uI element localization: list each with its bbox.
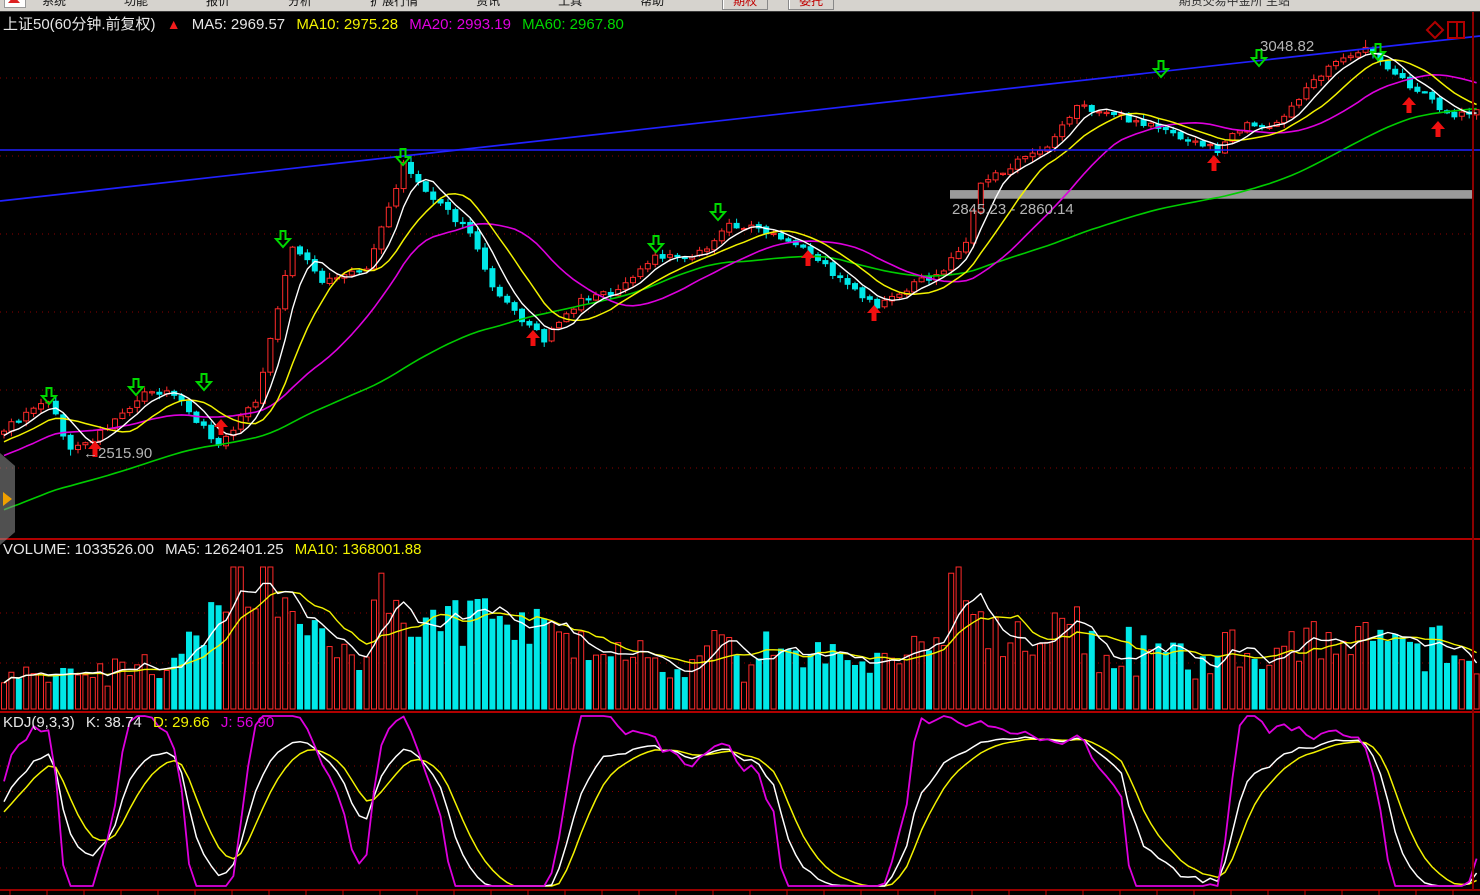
kdj-d-label: D: 29.66 [153,714,210,731]
gap-zone-annotation: 2845.23 - 2860.14 [952,201,1074,218]
ma5-label: MA5: 2969.57 [192,16,285,33]
corner-icons[interactable] [1427,22,1464,38]
menu-item-analysis[interactable]: 分析 [288,0,312,9]
options-button[interactable]: 期权 [722,0,768,10]
kdj-header: KDJ(9,3,3) K: 38.74 D: 29.66 J: 56.90 [3,714,281,731]
diamond-icon [1427,22,1443,38]
menu-row: 系统 功能 报价 分析 扩展行情 资讯 工具 帮助 期权 委托 期货交易中金所 … [0,0,1480,12]
low-price-annotation: ←2515.90 [83,445,152,462]
kdj-lines [4,716,1477,886]
menu-item-news[interactable]: 资讯 [476,0,500,9]
trading-terminal: 系统 功能 报价 分析 扩展行情 资讯 工具 帮助 期权 委托 期货交易中金所 … [0,0,1480,895]
panel-borders-axis [0,11,1480,895]
volume-value-label: VOLUME: 1033526.00 [3,541,154,558]
candlesticks [2,40,1480,456]
volume-ma10-label: MA10: 1368001.88 [295,541,422,558]
volume-bars [2,567,1480,709]
server-status-label: 期货交易中金所 主站 [1179,0,1290,9]
menu-item-quotes[interactable]: 报价 [206,0,230,9]
sidebar-expand-handle[interactable] [0,453,15,545]
menu-item-function[interactable]: 功能 [124,0,148,9]
menu-bar: 系统 功能 报价 分析 扩展行情 资讯 工具 帮助 期权 委托 期货交易中金所 … [0,0,1480,12]
menu-item-extended[interactable]: 扩展行情 [370,0,418,9]
kdj-params-label: KDJ(9,3,3) [3,714,75,731]
kdj-j-label: J: 56.90 [221,714,274,731]
volume-header: VOLUME: 1033526.00 MA5: 1262401.25 MA10:… [3,541,429,558]
menu-item-system[interactable]: 系统 [42,0,66,9]
gap-zone-bar [950,190,1474,199]
main-chart-header: 上证50(60分钟.前复权) ▲ MA5: 2969.57 MA10: 2975… [3,13,631,34]
menu-item-help[interactable]: 帮助 [640,0,664,9]
expand-triangle-icon [3,492,12,506]
ma20-label: MA20: 2993.19 [409,16,511,33]
trade-button[interactable]: 委托 [788,0,834,10]
high-price-annotation: 3048.82 [1260,38,1314,55]
menu-item-tools[interactable]: 工具 [558,0,582,9]
signal-arrows [42,44,1445,457]
chart-canvas[interactable] [0,0,1480,895]
ma60-label: MA60: 2967.80 [522,16,624,33]
trend-up-arrow-icon: ▲ [167,16,181,32]
volume-ma5-label: MA5: 1262401.25 [165,541,283,558]
trend-lines[interactable] [0,36,1480,201]
app-logo-icon[interactable] [4,0,26,8]
chart-title: 上证50(60分钟.前复权) [3,16,156,33]
ma10-label: MA10: 2975.28 [296,16,398,33]
kdj-k-label: K: 38.74 [86,714,142,731]
